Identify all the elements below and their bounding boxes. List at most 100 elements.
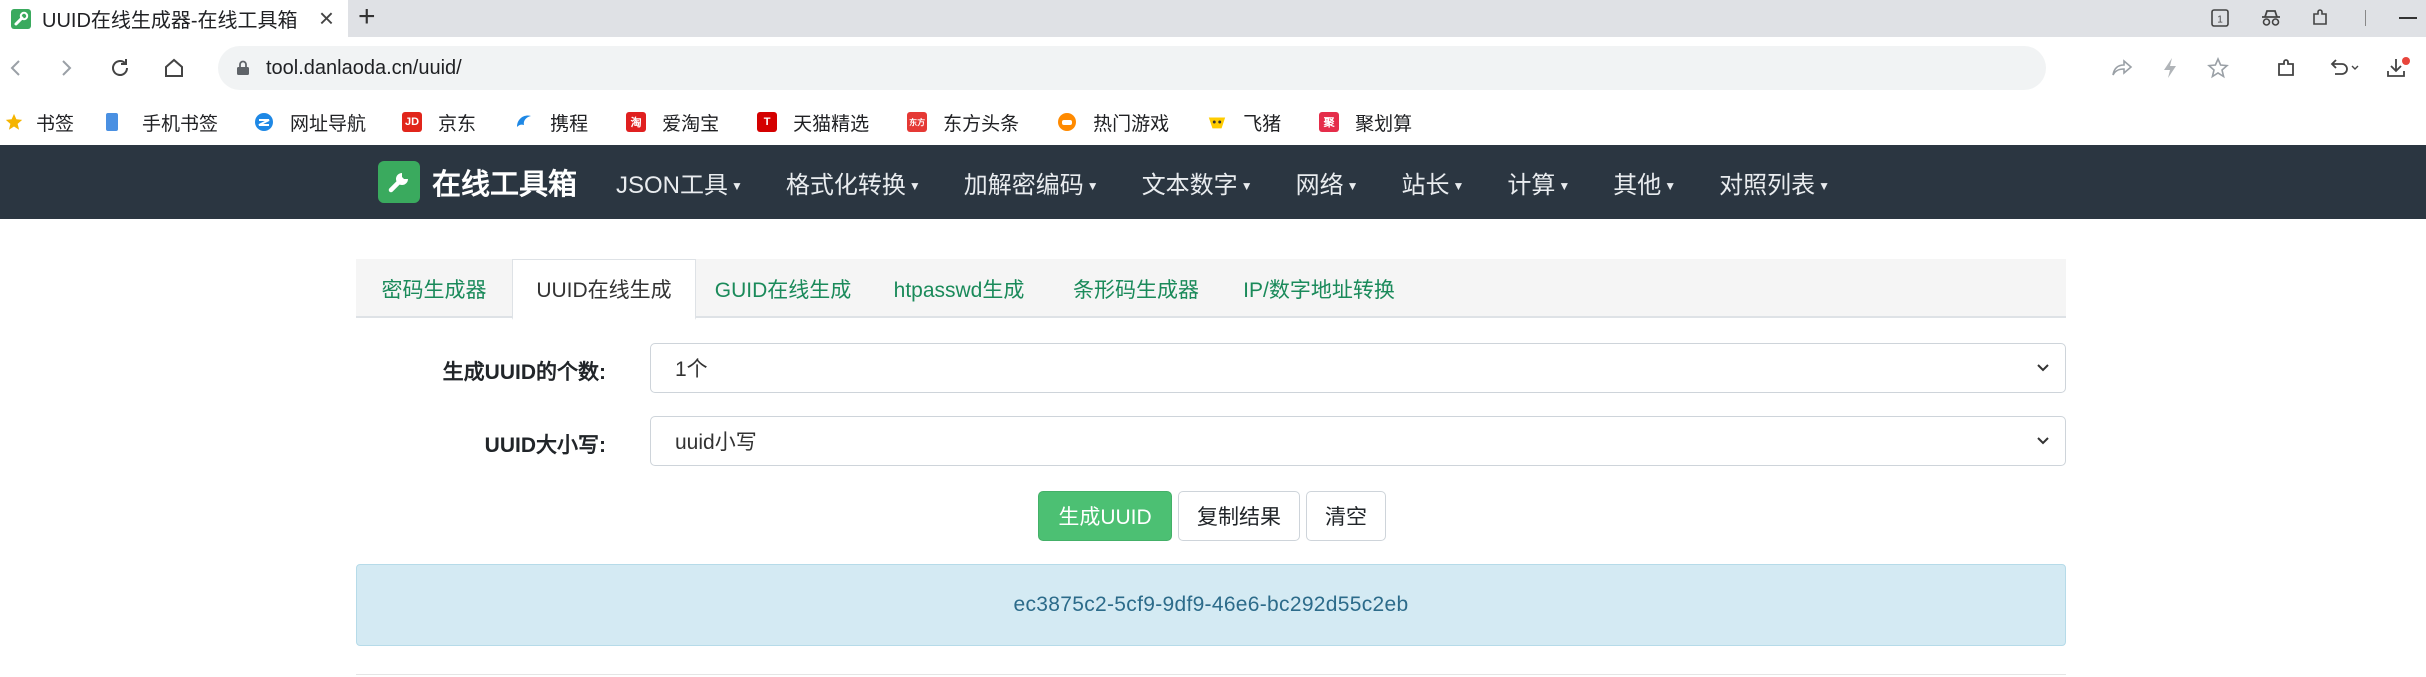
menu-format-convert[interactable]: 格式化转换 ▼ <box>786 165 921 200</box>
game-icon <box>1057 112 1077 132</box>
bookmark-games[interactable]: 热门游戏 <box>1057 109 1169 136</box>
bookmark-label: 手机书签 <box>142 113 219 135</box>
tab-uuid-generator[interactable]: UUID在线生成 <box>512 259 696 320</box>
tool-tabs: 密码生成器 UUID在线生成 GUID在线生成 htpasswd生成 条形码生成… <box>356 259 2066 320</box>
reload-icon[interactable] <box>104 52 136 84</box>
chevron-down-icon <box>2035 358 2051 384</box>
address-bar-row: tool.danlaoda.cn/uuid/ <box>0 37 2426 99</box>
brand-name: 在线工具箱 <box>432 169 578 201</box>
browser-tab[interactable]: UUID在线生成器-在线工具箱 × <box>0 0 348 37</box>
wrench-icon <box>378 161 420 203</box>
bookmarks-bar: 书签 手机书签 网址导航 JD 京东 携程 淘 爱淘宝 T 天猫精选 东方 东方… <box>0 99 2426 145</box>
bookmark-label: 京东 <box>438 113 477 135</box>
tab-guid-generator[interactable]: GUID在线生成 <box>696 259 870 318</box>
tab-barcode-generator[interactable]: 条形码生成器 <box>1048 259 1224 318</box>
tab-htpasswd-generator[interactable]: htpasswd生成 <box>870 259 1048 318</box>
download-icon[interactable] <box>2380 50 2416 86</box>
site-navbar: 在线工具箱 JSON工具 ▼ 格式化转换 ▼ 加解密编码 ▼ 文本数字 ▼ 网络 ▼ 站长… <box>0 145 2426 219</box>
nav-icon <box>254 112 274 132</box>
menu-label: 文本数字 <box>1141 171 1238 199</box>
caret-down-icon: ▼ <box>731 179 743 194</box>
bookmark-ctrip[interactable]: 携程 <box>514 109 588 136</box>
juhuasuan-icon: 聚 <box>1319 112 1340 132</box>
menu-label: 格式化转换 <box>785 171 906 199</box>
incognito-icon[interactable] <box>2256 4 2286 32</box>
menu-label: 网络 <box>1295 171 1344 199</box>
home-icon[interactable] <box>158 52 190 84</box>
omnibox[interactable]: tool.danlaoda.cn/uuid/ <box>218 46 2046 90</box>
clear-button[interactable]: 清空 <box>1306 491 1386 541</box>
caret-down-icon: ▼ <box>1452 179 1465 194</box>
phone-icon <box>102 112 122 132</box>
uuid-result: ec3875c2-5cf9-9df9-46e6-bc292d55c2eb <box>356 564 2066 646</box>
count-label: 生成UUID的个数: <box>442 361 606 384</box>
bookmark-label: 爱淘宝 <box>662 113 720 135</box>
main-menu: JSON工具 ▼ 格式化转换 ▼ 加解密编码 ▼ 文本数字 ▼ 网络 ▼ 站长 ▼ 计算 ▼ … <box>616 145 1873 219</box>
menu-encrypt-encode[interactable]: 加解密编码 ▼ <box>964 165 1099 200</box>
bookmark-label: 书签 <box>36 113 75 135</box>
tab-count-icon[interactable]: 1 <box>2206 4 2234 32</box>
new-tab-icon[interactable]: + <box>358 0 376 37</box>
bookmark-label: 网址导航 <box>290 113 367 135</box>
jd-icon: JD <box>402 112 423 132</box>
bookmark-dftt[interactable]: 东方 东方头条 <box>907 109 1019 136</box>
bookmark-fliggy[interactable]: 飞猪 <box>1207 109 1281 136</box>
menu-webmaster[interactable]: 站长 ▼ <box>1401 165 1464 200</box>
bookmark-star-icon[interactable] <box>2200 50 2236 86</box>
bookmark-tmall[interactable]: T 天猫精选 <box>757 109 869 136</box>
copy-result-button[interactable]: 复制结果 <box>1178 491 1300 541</box>
close-tab-icon[interactable]: × <box>319 4 334 32</box>
case-select[interactable]: uuid小写 <box>650 416 2066 466</box>
menu-json-tools[interactable]: JSON工具 ▼ <box>616 165 743 200</box>
bookmark-nav[interactable]: 网址导航 <box>254 109 366 136</box>
caret-down-icon: ▼ <box>908 179 921 194</box>
menu-label: 计算 <box>1507 171 1556 199</box>
ctrip-icon <box>514 112 534 132</box>
count-select-value: 1个 <box>675 358 708 381</box>
bookmark-taobao[interactable]: 淘 爱淘宝 <box>626 109 719 136</box>
dftt-icon: 东方 <box>907 112 928 132</box>
bookmark-label: 聚划算 <box>1355 113 1413 135</box>
browser-tab-title: UUID在线生成器-在线工具箱 <box>42 10 298 32</box>
menu-text-number[interactable]: 文本数字 ▼ <box>1142 165 1253 200</box>
window-divider <box>2360 4 2370 32</box>
forward-icon[interactable] <box>50 52 82 84</box>
taobao-icon: 淘 <box>626 112 647 132</box>
extension-puzzle-icon[interactable] <box>2306 4 2334 32</box>
svg-text:1: 1 <box>2217 15 2223 26</box>
lightning-icon[interactable] <box>2152 50 2188 86</box>
menu-other[interactable]: 其他 ▼ <box>1613 165 1676 200</box>
tab-ip-number-convert[interactable]: IP/数字地址转换 <box>1224 259 1414 318</box>
bookmark-folder-bookmarks[interactable]: 书签 <box>4 109 74 136</box>
back-icon[interactable] <box>0 52 32 84</box>
count-select[interactable]: 1个 <box>650 343 2066 393</box>
case-label: UUID大小写: <box>484 434 606 457</box>
caret-down-icon: ▼ <box>1240 179 1253 194</box>
browser-tabstrip: UUID在线生成器-在线工具箱 × + 1 <box>0 0 2426 37</box>
menu-calculate[interactable]: 计算 ▼ <box>1507 165 1570 200</box>
caret-down-icon: ▼ <box>1346 179 1359 194</box>
share-icon[interactable] <box>2104 50 2140 86</box>
generate-uuid-button[interactable]: 生成UUID <box>1038 491 1172 541</box>
tab-password-generator[interactable]: 密码生成器 <box>356 259 512 318</box>
menu-network[interactable]: 网络 ▼ <box>1296 165 1359 200</box>
site-brand[interactable]: 在线工具箱 <box>378 160 577 204</box>
minimize-window-icon[interactable] <box>2394 4 2422 32</box>
bookmark-label: 飞猪 <box>1243 113 1282 135</box>
case-select-value: uuid小写 <box>675 431 757 454</box>
bookmark-jd[interactable]: JD 京东 <box>402 109 476 136</box>
menu-label: 站长 <box>1401 171 1450 199</box>
fliggy-icon <box>1207 112 1227 132</box>
extensions-icon[interactable] <box>2268 50 2304 86</box>
bookmark-mobile[interactable]: 手机书签 <box>102 109 218 136</box>
menu-reference-tables[interactable]: 对照列表 ▼ <box>1719 165 1830 200</box>
caret-down-icon: ▼ <box>1086 179 1099 194</box>
lock-icon <box>232 60 254 76</box>
chevron-down-icon <box>2035 431 2051 457</box>
wrench-favicon-icon <box>10 8 32 30</box>
undo-menu-icon[interactable] <box>2322 50 2366 86</box>
bookmark-juhuasuan[interactable]: 聚 聚划算 <box>1319 109 1412 136</box>
divider <box>356 674 2066 675</box>
bookmark-label: 东方头条 <box>943 113 1020 135</box>
bookmark-label: 热门游戏 <box>1093 113 1170 135</box>
